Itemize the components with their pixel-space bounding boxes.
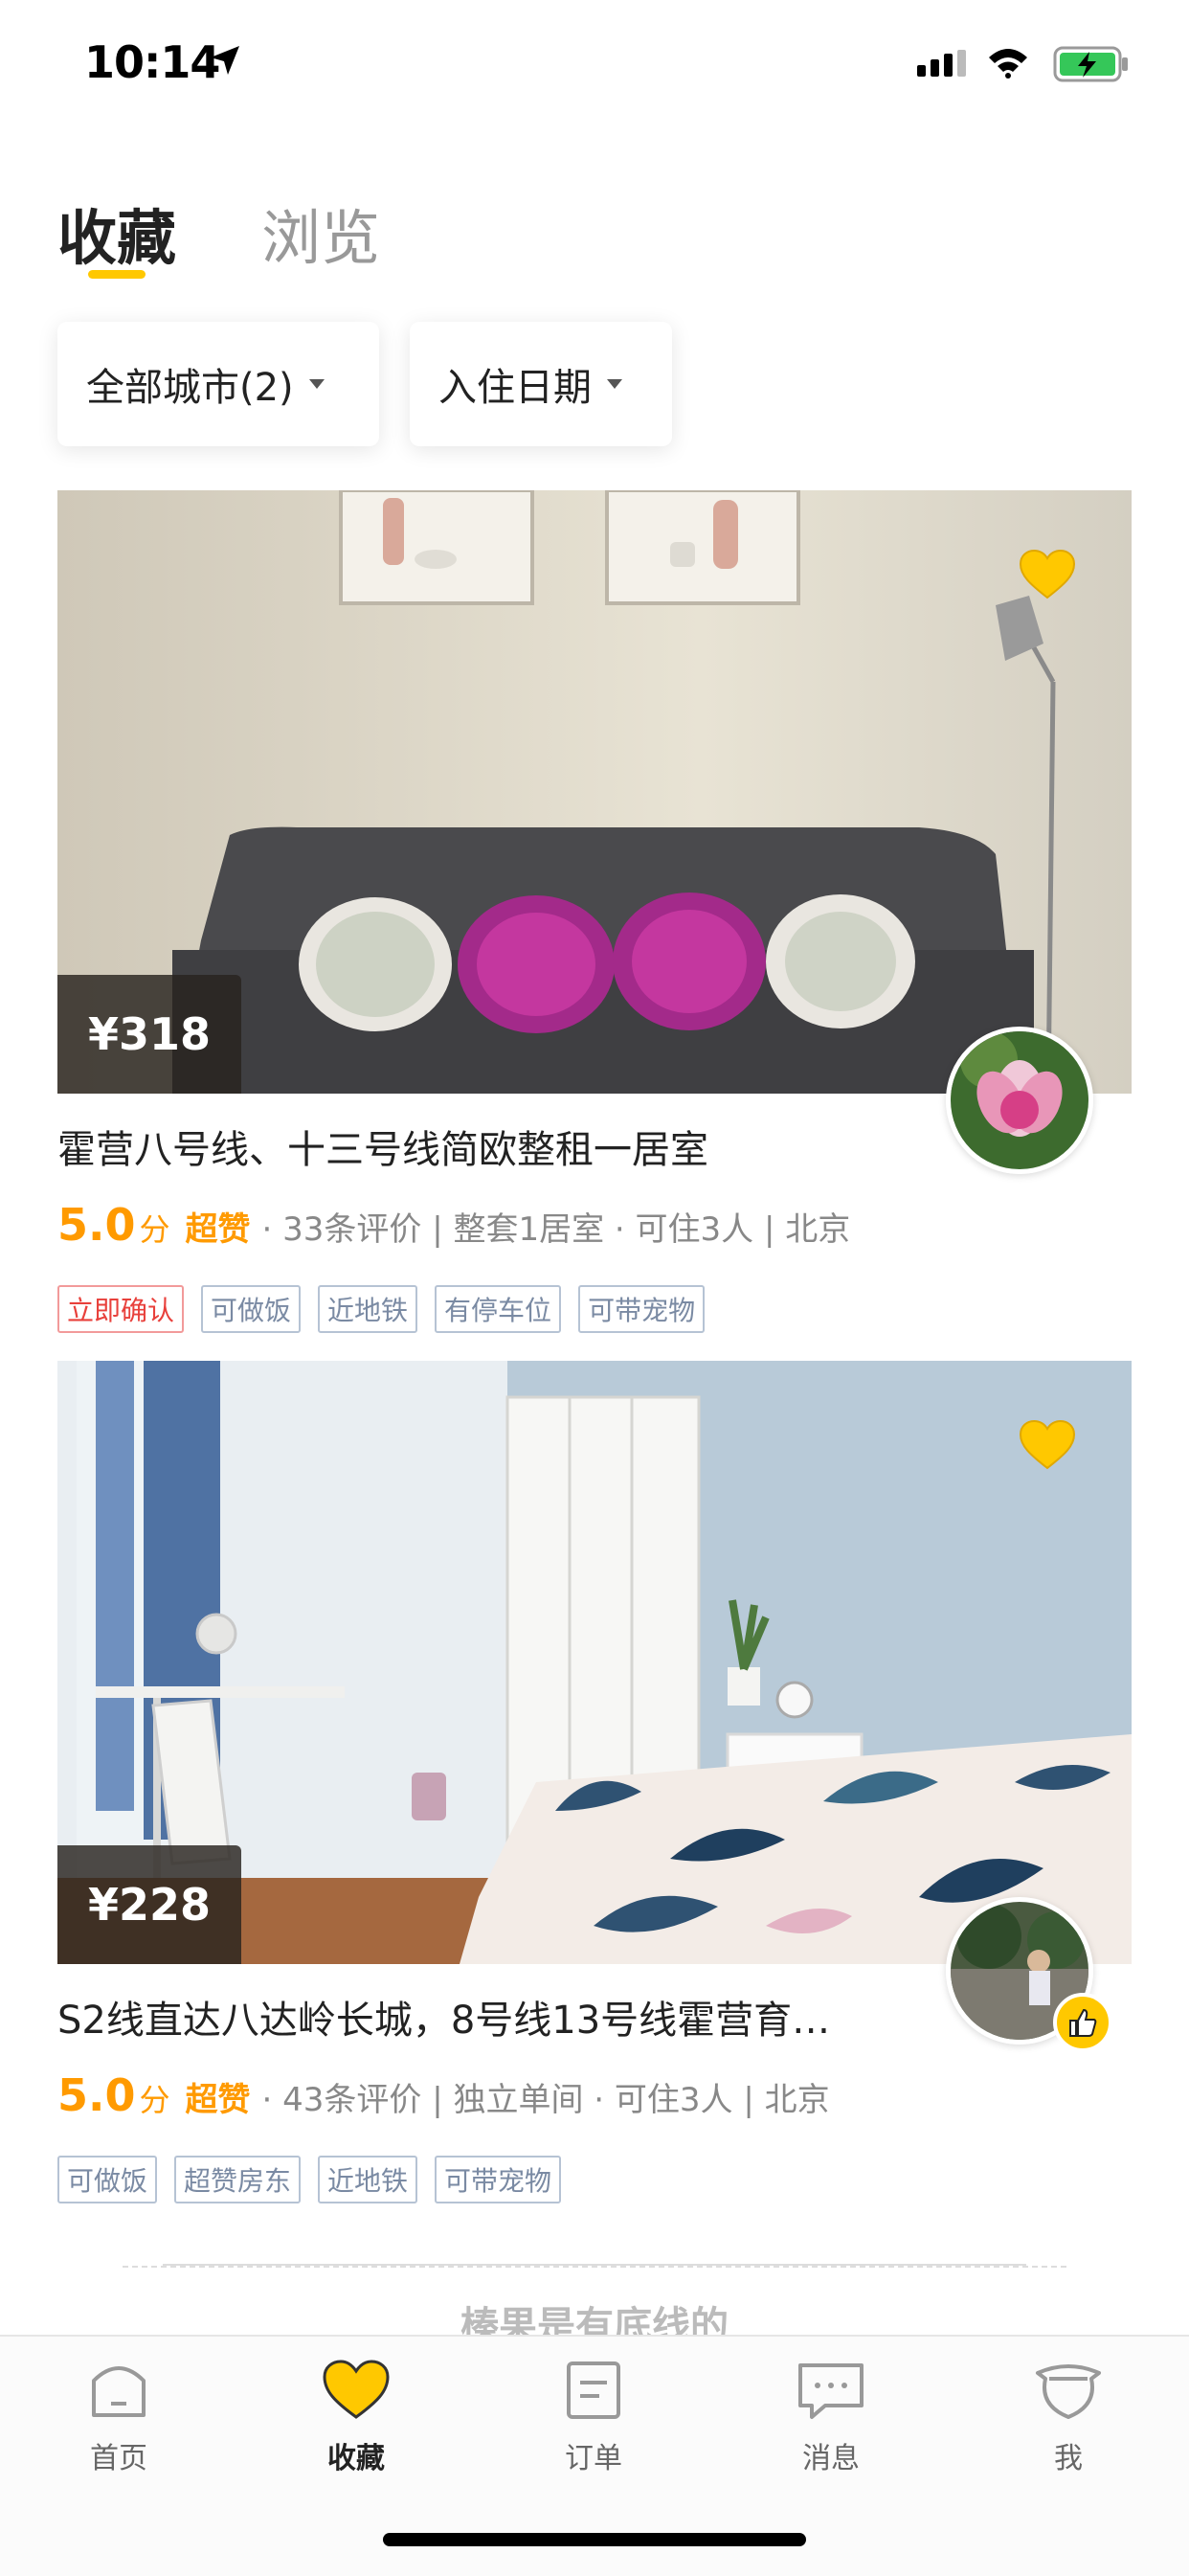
tab-home-label: 首页 — [90, 2442, 147, 2475]
tag: 超赞房东 — [174, 2156, 302, 2203]
tag: 可做饭 — [57, 2156, 158, 2203]
tag-list: 立即确认 可做饭 近地铁 有停车位 可带宠物 — [57, 1285, 722, 1333]
tag: 可带宠物 — [578, 1285, 706, 1333]
tab-messages[interactable]: 消息 — [754, 2360, 908, 2476]
status-time: 10:14 — [84, 36, 220, 88]
tab-profile[interactable]: 我 — [992, 2360, 1145, 2476]
tab-favorites[interactable]: 收藏 — [57, 190, 176, 276]
tag: 可做饭 — [201, 1285, 302, 1333]
tag-list: 可做饭 超赞房东 近地铁 可带宠物 — [57, 2156, 578, 2203]
tag: 有停车位 — [435, 1285, 562, 1333]
listing-title[interactable]: 霍营八号线、十三号线简欧整租一居室 — [57, 1119, 919, 1174]
thumbs-up-badge-icon — [1053, 1993, 1112, 2052]
profile-icon — [1036, 2364, 1101, 2419]
rating-score: 5.0 — [57, 1199, 136, 1251]
listing-meta: 5.0 分 超赞 · 33条评价 | 整套1居室 · 可住3人 | 北京 — [57, 1199, 850, 1251]
tab-favorites-nav[interactable]: 收藏 — [280, 2360, 433, 2476]
heart-icon — [323, 2360, 390, 2419]
rating-unit: 分 — [139, 2082, 170, 2118]
tab-orders[interactable]: 订单 — [517, 2360, 670, 2476]
tab-browsing-history[interactable]: 浏览 — [261, 190, 380, 276]
checkin-date-dropdown[interactable]: 入住日期 — [410, 322, 672, 446]
tab-favorites-label: 收藏 — [327, 2442, 385, 2475]
price-label: ¥228 — [57, 1845, 242, 1964]
tab-profile-label: 我 — [1054, 2442, 1083, 2475]
list-end-line — [163, 2264, 1026, 2266]
checkin-date-label: 入住日期 — [438, 366, 592, 410]
super-badge: 超赞 — [185, 1210, 251, 1249]
city-filter-label: 全部城市(2) — [86, 366, 294, 410]
favorite-heart-icon[interactable] — [1019, 550, 1076, 599]
list-end-divider — [123, 2266, 1066, 2270]
listing-meta: 5.0 分 超赞 · 43条评价 | 独立单间 · 可住3人 | 北京 — [57, 2069, 830, 2121]
tab-messages-label: 消息 — [802, 2442, 860, 2475]
active-tab-indicator — [88, 270, 146, 279]
favorite-heart-icon[interactable] — [1019, 1420, 1076, 1470]
tag: 可带宠物 — [435, 2156, 562, 2203]
flower-avatar-image — [951, 1031, 1088, 1169]
rating-unit: 分 — [139, 1211, 170, 1248]
tab-home[interactable]: 首页 — [42, 2360, 195, 2476]
host-avatar[interactable] — [946, 1027, 1093, 1174]
home-indicator — [383, 2533, 806, 2546]
tag-instant-confirm: 立即确认 — [57, 1285, 185, 1333]
listing-photo[interactable]: ¥318 — [57, 490, 1132, 1094]
listing-photo[interactable]: ¥228 — [57, 1361, 1132, 1964]
location-arrow-icon — [211, 46, 239, 75]
home-icon — [92, 2366, 146, 2417]
price-label: ¥318 — [57, 975, 242, 1094]
wifi-icon — [989, 49, 1027, 79]
listing-details: · 33条评价 | 整套1居室 · 可住3人 | 北京 — [261, 1210, 851, 1249]
tag: 近地铁 — [318, 2156, 418, 2203]
message-icon — [798, 2363, 864, 2419]
caret-down-icon — [308, 379, 325, 389]
order-icon — [567, 2361, 620, 2419]
tab-orders-label: 订单 — [565, 2442, 622, 2475]
tag: 近地铁 — [318, 1285, 418, 1333]
status-bar: 10:14 — [0, 0, 1189, 126]
super-badge: 超赞 — [185, 2081, 251, 2119]
battery-charging-icon — [1053, 46, 1128, 82]
rating-score: 5.0 — [57, 2069, 136, 2121]
cellular-signal-icon — [917, 50, 966, 77]
caret-down-icon — [607, 379, 622, 389]
listing-details: · 43条评价 | 独立单间 · 可住3人 | 北京 — [261, 2081, 830, 2119]
listing-title[interactable]: S2线直达八达岭长城，8号线13号线霍营育… — [57, 1989, 919, 2045]
city-filter-dropdown[interactable]: 全部城市(2) — [57, 322, 379, 446]
